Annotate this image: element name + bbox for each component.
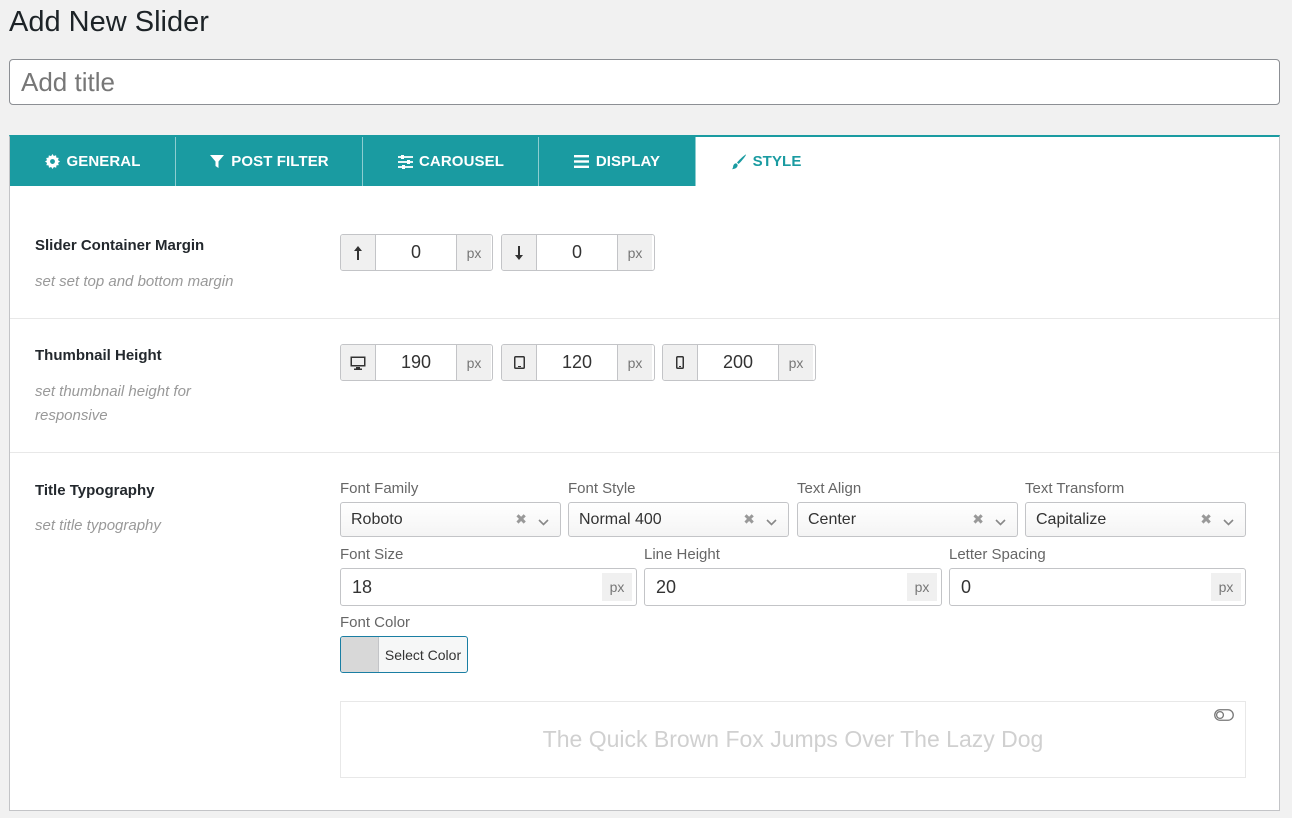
desktop-icon [341,345,376,380]
tab-general[interactable]: GENERAL [10,137,176,186]
title-input[interactable] [9,59,1280,105]
typography-preview: The Quick Brown Fox Jumps Over The Lazy … [340,701,1246,778]
text-transform-select[interactable]: Capitalize ✖ [1025,502,1246,537]
sliders-icon [397,154,413,170]
thumb-tablet-spinner: px [501,344,655,381]
font-size-input[interactable] [341,576,602,598]
preview-text: The Quick Brown Fox Jumps Over The Lazy … [542,726,1044,752]
settings-panel: GENERAL POST FILTER CAROUSEL DISPLAY STY… [9,135,1280,811]
tab-style[interactable]: STYLE [696,137,836,186]
margin-top-unit: px [456,235,491,270]
margin-top-input[interactable] [376,235,456,270]
thumb-desktop-spinner: px [340,344,493,381]
tab-post-filter-label: POST FILTER [231,153,329,170]
margin-bottom-input[interactable] [537,235,617,270]
thumb-mobile-spinner: px [662,344,816,381]
clear-icon[interactable]: ✖ [743,511,755,528]
letter-spacing-input[interactable] [950,576,1211,598]
typography-label: Title Typography [35,482,155,499]
tab-carousel-label: CAROUSEL [419,153,504,170]
list-icon [574,154,590,170]
font-family-label: Font Family [340,480,419,497]
arrow-down-icon [502,235,537,270]
chevron-down-icon [538,513,549,531]
clear-icon[interactable]: ✖ [1200,511,1212,528]
font-style-select[interactable]: Normal 400 ✖ [568,502,789,537]
text-align-label: Text Align [797,480,862,497]
margin-label: Slider Container Margin [35,237,205,254]
margin-bottom-spinner: px [501,234,655,271]
font-size-unit: px [602,573,632,601]
tab-display[interactable]: DISPLAY [539,137,696,186]
thumb-mobile-input[interactable] [698,345,778,380]
typography-desc: set title typography [35,517,161,534]
thumbnail-label: Thumbnail Height [35,347,162,364]
line-height-field: px [644,568,942,606]
gear-icon [44,154,60,170]
font-family-select[interactable]: Roboto ✖ [340,502,561,537]
clear-icon[interactable]: ✖ [972,511,984,528]
line-height-unit: px [907,573,937,601]
tab-bar: GENERAL POST FILTER CAROUSEL DISPLAY STY… [10,137,1279,186]
thumb-desktop-unit: px [456,345,491,380]
page-title: Add New Slider [9,6,209,38]
filter-icon [209,154,225,170]
chevron-down-icon [1223,513,1234,531]
font-color-label: Font Color [340,614,411,631]
text-align-value: Center [808,510,857,528]
chevron-down-icon [766,513,777,531]
margin-desc: set set top and bottom margin [35,273,234,290]
thumb-tablet-input[interactable] [537,345,617,380]
arrow-up-icon [341,235,376,270]
thumbnail-row: Thumbnail Height set thumbnail height fo… [10,319,1279,453]
font-size-label: Font Size [340,546,404,563]
margin-top-spinner: px [340,234,493,271]
font-size-field: px [340,568,637,606]
clear-icon[interactable]: ✖ [515,511,527,528]
font-style-label: Font Style [568,480,636,497]
margin-bottom-unit: px [617,235,652,270]
line-height-label: Line Height [644,546,720,563]
letter-spacing-label: Letter Spacing [949,546,1046,563]
select-color-label: Select Color [384,646,462,663]
toggle-icon[interactable] [1214,708,1234,726]
thumbnail-desc: set thumbnail height for responsive [35,383,191,424]
tab-post-filter[interactable]: POST FILTER [176,137,363,186]
font-family-value: Roboto [351,510,403,528]
chevron-down-icon [995,513,1006,531]
thumb-desktop-input[interactable] [376,345,456,380]
text-align-select[interactable]: Center ✖ [797,502,1018,537]
text-transform-value: Capitalize [1036,510,1107,528]
tab-style-label: STYLE [752,153,802,170]
letter-spacing-unit: px [1211,573,1241,601]
margin-row: Slider Container Margin set set top and … [10,186,1279,319]
thumb-mobile-unit: px [778,345,813,380]
color-swatch [341,637,379,672]
tablet-icon [502,345,537,380]
tab-carousel[interactable]: CAROUSEL [363,137,539,186]
line-height-input[interactable] [645,576,907,598]
brush-icon [731,153,747,170]
tab-display-label: DISPLAY [595,153,661,170]
text-transform-label: Text Transform [1025,480,1125,497]
thumb-tablet-unit: px [617,345,652,380]
letter-spacing-field: px [949,568,1246,606]
mobile-icon [663,345,698,380]
tab-general-label: GENERAL [66,153,141,170]
select-color-button[interactable]: Select Color [340,636,468,673]
typography-row: Title Typography set title typography Fo… [10,453,1279,811]
font-style-value: Normal 400 [579,510,662,528]
